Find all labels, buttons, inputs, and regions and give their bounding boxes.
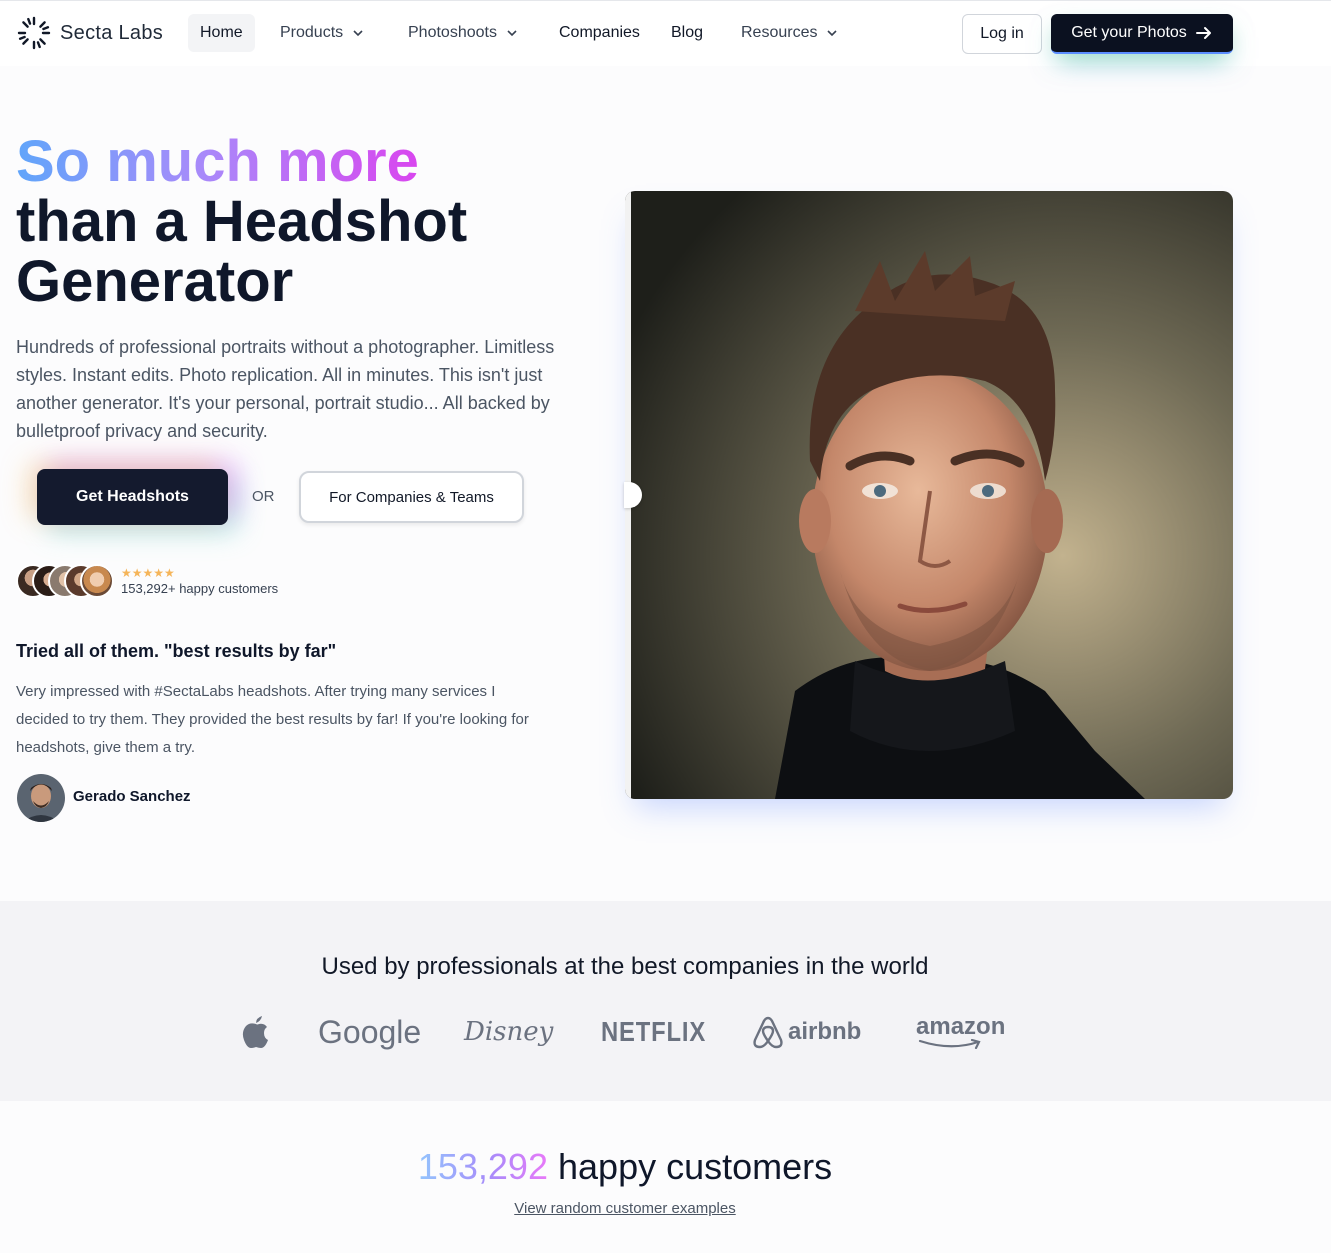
get-photos-button[interactable]: Get your Photos	[1051, 14, 1233, 54]
amazon-smile-icon	[918, 1039, 981, 1049]
nav-home-label: Home	[200, 24, 243, 41]
netflix-logo: NETFLIX	[601, 1016, 707, 1047]
companies-teams-button[interactable]: For Companies & Teams	[299, 471, 524, 523]
chevron-down-icon	[353, 30, 363, 37]
view-examples-link[interactable]: View random customer examples	[0, 1200, 1250, 1217]
sunburst-logo-icon	[17, 16, 51, 50]
rating-stars: ★★★★★	[121, 566, 175, 580]
nav-companies[interactable]: Companies	[547, 14, 652, 52]
reviewer-name: Gerado Sanchez	[73, 788, 191, 805]
hero-description: Hundreds of professional portraits witho…	[16, 337, 555, 441]
review-title: Tried all of them. "best results by far"	[16, 641, 337, 661]
nav-resources-label: Resources	[741, 24, 818, 41]
customers-label: happy customers	[558, 1146, 833, 1187]
nav-products[interactable]: Products	[268, 14, 377, 52]
nav-companies-label: Companies	[559, 24, 640, 41]
nav-photoshoots-label: Photoshoots	[408, 24, 497, 41]
nav-photoshoots[interactable]: Photoshoots	[396, 14, 531, 52]
avatar	[80, 564, 114, 598]
or-separator: OR	[252, 488, 275, 505]
nav-resources[interactable]: Resources	[729, 14, 851, 52]
hero-title-gradient: So much more	[16, 129, 419, 194]
hero-title-line3: Generator	[16, 249, 294, 314]
amazon-logo: amazon	[916, 1010, 1005, 1054]
google-logo: Google	[318, 1013, 422, 1050]
customer-avatars	[16, 564, 114, 598]
brand-name: Secta Labs	[60, 21, 164, 44]
hero-title: So much more than a Headshot Generator	[16, 132, 467, 312]
companies-title: Used by professionals at the best compan…	[321, 953, 929, 980]
nav-blog-label: Blog	[671, 24, 704, 41]
disney-logo: Disney	[464, 1017, 554, 1047]
review-text: Very impressed with #SectaLabs headshots…	[16, 683, 529, 756]
arrow-right-icon	[1195, 27, 1211, 39]
amazon-wordmark: amazon	[916, 1013, 1006, 1040]
airbnb-wordmark: airbnb	[788, 1018, 862, 1045]
happy-customers-heading: 153,292 happy customers	[0, 1146, 1250, 1188]
brand-logo[interactable]: Secta Labs	[16, 15, 163, 51]
nav-products-label: Products	[280, 24, 344, 41]
reviewer-avatar	[17, 774, 65, 822]
companies-band	[0, 901, 1331, 1101]
top-navbar: Secta Labs Home Products Photoshoots Com…	[0, 0, 1331, 66]
airbnb-logo: airbnb	[752, 1010, 861, 1054]
chevron-down-icon	[507, 30, 517, 37]
apple-logo-icon	[240, 1010, 272, 1054]
happy-customers-count: 153,292+ happy customers	[121, 581, 279, 596]
get-photos-label: Get your Photos	[1071, 24, 1187, 41]
hero-portrait-image	[625, 191, 1233, 799]
customers-count: 153,292	[417, 1146, 548, 1187]
nav-blog[interactable]: Blog	[659, 14, 715, 52]
nav-home[interactable]: Home	[188, 14, 255, 52]
login-button[interactable]: Log in	[962, 14, 1042, 54]
chevron-down-icon	[827, 30, 838, 37]
airbnb-icon	[753, 1016, 783, 1049]
get-headshots-button[interactable]: Get Headshots	[37, 469, 228, 525]
hero-title-line2: than a Headshot	[16, 189, 468, 254]
